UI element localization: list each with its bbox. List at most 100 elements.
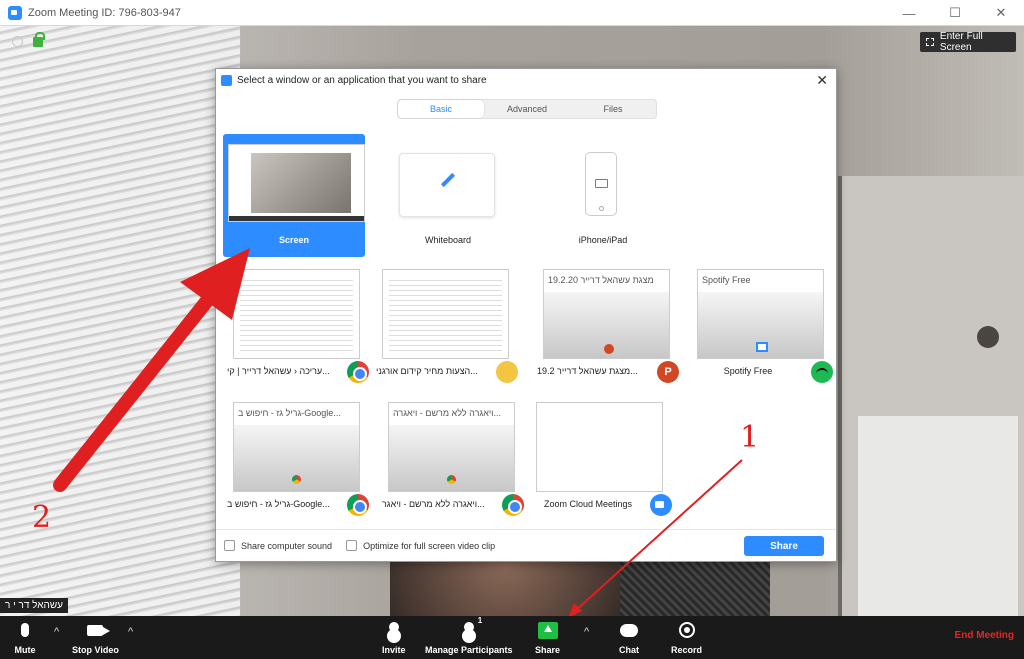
app-thumbnail <box>233 269 360 359</box>
mute-button[interactable]: Mute <box>14 619 36 655</box>
record-button[interactable]: Record <box>671 619 702 655</box>
app-thumbnail <box>536 402 663 492</box>
checkbox-label: Optimize for full screen video clip <box>363 540 496 551</box>
record-icon <box>676 619 698 641</box>
tab-advanced[interactable]: Advanced <box>484 100 570 118</box>
chrome-icon <box>347 361 369 383</box>
share-option-label: Screen <box>278 235 310 245</box>
app-label: עריכה ‹ עשהאל דרייר | קי... <box>227 366 330 376</box>
checkbox-box[interactable] <box>224 540 235 551</box>
manage-participants-label: Manage Participants <box>425 645 513 655</box>
spotify-icon <box>811 361 833 383</box>
app-thumbnail: Spotify Free <box>697 269 824 359</box>
dialog-footer: Share computer sound Optimize for full s… <box>216 529 836 561</box>
thumb-title: Spotify Free <box>702 275 751 285</box>
window-title: Zoom Meeting ID: 796-803-947 <box>28 6 181 19</box>
stop-video-button[interactable]: Stop Video <box>72 619 119 655</box>
tab-basic[interactable]: Basic <box>398 100 484 118</box>
fullscreen-label: Enter Full Screen <box>939 31 983 53</box>
participant-name-tag: עשהאל דר י ר <box>0 598 68 613</box>
share-app-chrome-3[interactable]: ויאגרה ללא מרשם - ויאגרה... ויאגרה ללא מ… <box>382 402 524 522</box>
optimize-video-checkbox[interactable]: Optimize for full screen video clip <box>346 540 495 551</box>
maximize-button[interactable]: ☐ <box>932 0 978 26</box>
share-option-whiteboard[interactable]: Whiteboard <box>383 134 525 257</box>
app-label: ויאגרה ללא מרשם - ויאגר... <box>382 499 485 509</box>
airplay-icon <box>595 179 608 188</box>
share-app-powerpoint[interactable]: מצגת עשהאל דרייר 19.2.20 מצגת עשהאל דריי… <box>537 269 679 389</box>
share-screen-button[interactable]: Share <box>535 619 560 655</box>
zoom-logo-icon <box>221 74 232 86</box>
powerpoint-icon: P <box>657 361 679 383</box>
share-app-chrome-1[interactable]: עריכה ‹ עשהאל דרייר | קי... <box>227 269 369 389</box>
zoom-app-icon <box>8 5 22 20</box>
checkbox-label: Share computer sound <box>241 540 333 551</box>
share-sound-checkbox[interactable]: Share computer sound <box>224 540 332 551</box>
chat-bubble-icon <box>618 619 640 641</box>
app-thumbnail: גריל גז - חיפוש ב-Google... <box>233 402 360 492</box>
app-label: Spotify Free <box>723 366 773 376</box>
share-options-caret-icon[interactable]: ^ <box>584 626 589 638</box>
chrome-icon <box>502 494 524 516</box>
share-tabs: Basic Advanced Files <box>397 99 657 119</box>
meeting-info-icon[interactable] <box>12 36 23 47</box>
share-button[interactable]: Share <box>744 536 824 556</box>
video-camera-icon <box>84 619 111 641</box>
share-app-folder[interactable]: הצעות מחיר קידום אורגני... <box>376 269 518 389</box>
folder-icon <box>496 361 518 383</box>
stop-video-label: Stop Video <box>72 645 119 655</box>
phone-frame <box>585 152 617 216</box>
share-app-spotify[interactable]: Spotify Free Spotify Free <box>691 269 833 389</box>
pencil-icon <box>440 172 456 188</box>
annotation-number-1: 1 <box>740 420 760 455</box>
close-window-button[interactable]: ✕ <box>978 0 1024 26</box>
dialog-close-button[interactable]: ✕ <box>816 73 828 87</box>
minimize-button[interactable]: — <box>886 0 932 26</box>
app-thumbnail: ויאגרה ללא מרשם - ויאגרה... <box>388 402 515 492</box>
app-label: גריל גז - חיפוש ב-Google... <box>227 499 330 509</box>
microphone-icon <box>14 619 36 641</box>
background-door <box>838 176 1024 616</box>
share-label: Share <box>535 645 561 655</box>
whiteboard-card <box>399 153 495 217</box>
share-screen-icon <box>537 619 559 641</box>
end-meeting-button[interactable]: End Meeting <box>955 630 1014 641</box>
thumb-title: גריל גז - חיפוש ב-Google... <box>238 408 341 418</box>
dialog-title: Select a window or an application that y… <box>237 74 487 86</box>
mute-label: Mute <box>14 645 36 655</box>
screen-thumbnail <box>228 144 365 222</box>
fullscreen-icon <box>926 38 934 46</box>
meeting-toolbar: Mute ^ Stop Video ^ Invite 1 Manage Part… <box>0 616 1024 659</box>
enter-fullscreen-button[interactable]: Enter Full Screen <box>920 31 1016 53</box>
window-titlebar: Zoom Meeting ID: 796-803-947 — ☐ ✕ <box>0 0 1024 26</box>
thumb-title: מצגת עשהאל דרייר 19.2.20 <box>548 275 654 285</box>
participant-count: 1 <box>477 616 483 625</box>
thumb-title: ויאגרה ללא מרשם - ויאגרה... <box>393 408 502 418</box>
share-app-zoom[interactable]: Zoom Cloud Meetings <box>530 402 672 522</box>
audio-options-caret-icon[interactable]: ^ <box>54 626 59 638</box>
encryption-lock-icon[interactable] <box>33 32 45 47</box>
participants-icon: 1 <box>458 616 483 641</box>
share-option-iphone-ipad[interactable]: iPhone/iPad <box>532 134 674 257</box>
checkbox-box[interactable] <box>346 540 358 551</box>
video-options-caret-icon[interactable]: ^ <box>128 626 133 638</box>
invite-button[interactable]: Invite <box>382 619 406 655</box>
dialog-header: Select a window or an application that y… <box>216 69 836 91</box>
annotation-number-2: 2 <box>32 500 52 535</box>
share-option-label: Whiteboard <box>424 235 472 245</box>
chat-label: Chat <box>619 645 639 655</box>
record-label: Record <box>671 645 703 655</box>
chat-button[interactable]: Chat <box>618 619 640 655</box>
share-option-label: iPhone/iPad <box>578 235 628 245</box>
add-person-icon <box>383 619 405 641</box>
app-label: מצגת עשהאל דרייר 19.2... <box>537 366 638 376</box>
app-label: הצעות מחיר קידום אורגני... <box>376 366 478 376</box>
app-label: Zoom Cloud Meetings <box>544 499 633 509</box>
app-thumbnail: מצגת עשהאל דרייר 19.2.20 <box>543 269 670 359</box>
invite-label: Invite <box>382 645 406 655</box>
share-option-screen[interactable]: Screen <box>223 134 365 257</box>
zoom-icon <box>650 494 672 516</box>
tab-files[interactable]: Files <box>570 100 656 118</box>
chrome-icon <box>347 494 369 516</box>
share-app-chrome-2[interactable]: גריל גז - חיפוש ב-Google... גריל גז - חי… <box>227 402 369 522</box>
manage-participants-button[interactable]: 1 Manage Participants <box>425 616 513 655</box>
